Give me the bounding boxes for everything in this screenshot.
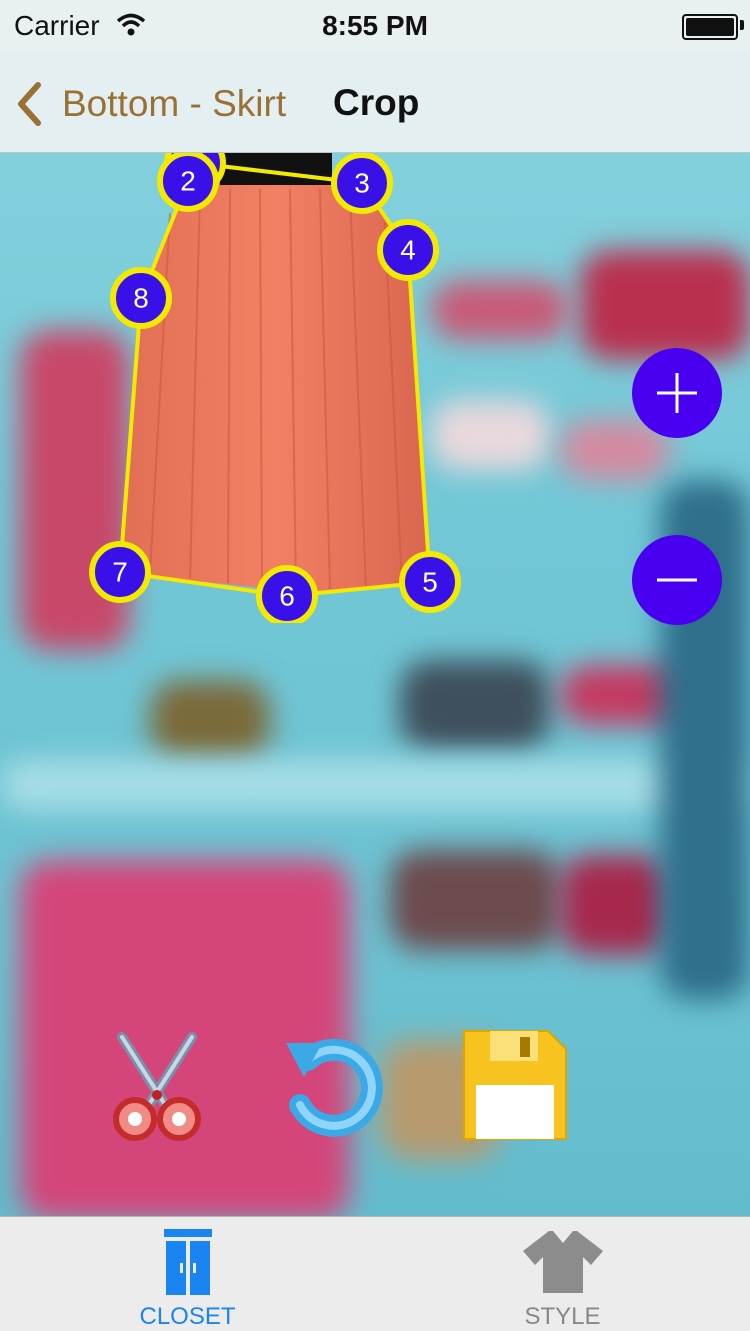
svg-text:3: 3 <box>354 168 370 199</box>
bg-shelf <box>0 760 750 810</box>
status-bar: Carrier 8:55 PM <box>0 0 750 52</box>
closet-icon <box>163 1229 212 1295</box>
crop-screen: Carrier 8:55 PM Bottom - Skirt Crop 2 3 … <box>0 0 750 1331</box>
tab-style[interactable]: STYLE <box>375 1217 750 1331</box>
crop-cut-button[interactable] <box>102 1025 212 1145</box>
svg-text:7: 7 <box>112 557 128 588</box>
tab-style-label: STYLE <box>524 1303 601 1330</box>
undo-button[interactable] <box>278 1025 388 1145</box>
crop-handle[interactable]: 2 <box>157 153 219 212</box>
svg-text:4: 4 <box>400 235 416 266</box>
bg-clothes <box>400 660 550 750</box>
chevron-left-icon <box>18 82 41 126</box>
minus-icon <box>657 578 697 582</box>
floppy-disk-icon <box>463 1030 567 1140</box>
zoom-out-button[interactable] <box>632 535 722 625</box>
crop-handle[interactable]: 3 <box>331 153 393 214</box>
tab-closet[interactable]: CLOSET <box>0 1217 375 1331</box>
zoom-in-button[interactable] <box>632 348 722 438</box>
crop-handle[interactable]: 5 <box>399 551 461 613</box>
svg-text:5: 5 <box>422 567 438 598</box>
page-title: Crop <box>333 82 420 123</box>
undo-icon <box>286 1038 383 1137</box>
skirt-image <box>120 153 430 593</box>
scissors-icon <box>113 1032 201 1141</box>
tab-bar: CLOSET STYLE <box>0 1216 750 1331</box>
crop-handle[interactable]: 6 <box>256 565 318 623</box>
svg-text:8: 8 <box>133 283 149 314</box>
battery-icon <box>682 14 738 40</box>
save-button[interactable] <box>460 1025 570 1145</box>
battery-cap <box>740 20 744 30</box>
plus-icon <box>657 373 697 413</box>
tab-closet-label: CLOSET <box>139 1303 236 1330</box>
back-button[interactable]: Bottom - Skirt <box>16 76 286 132</box>
svg-text:6: 6 <box>279 581 295 612</box>
crop-handle[interactable]: 7 <box>89 541 151 603</box>
crop-handle[interactable]: 8 <box>110 267 172 329</box>
shirt-icon <box>522 1231 603 1293</box>
svg-text:2: 2 <box>180 166 196 197</box>
bg-clothes <box>150 680 270 760</box>
navigation-bar: Bottom - Skirt Crop <box>0 52 750 153</box>
back-button-label: Bottom - Skirt <box>62 83 287 124</box>
bg-clothes <box>390 850 560 950</box>
clock-time: 8:55 PM <box>322 10 428 41</box>
crop-handle[interactable]: 4 <box>377 219 439 281</box>
bg-clothes <box>560 855 670 955</box>
